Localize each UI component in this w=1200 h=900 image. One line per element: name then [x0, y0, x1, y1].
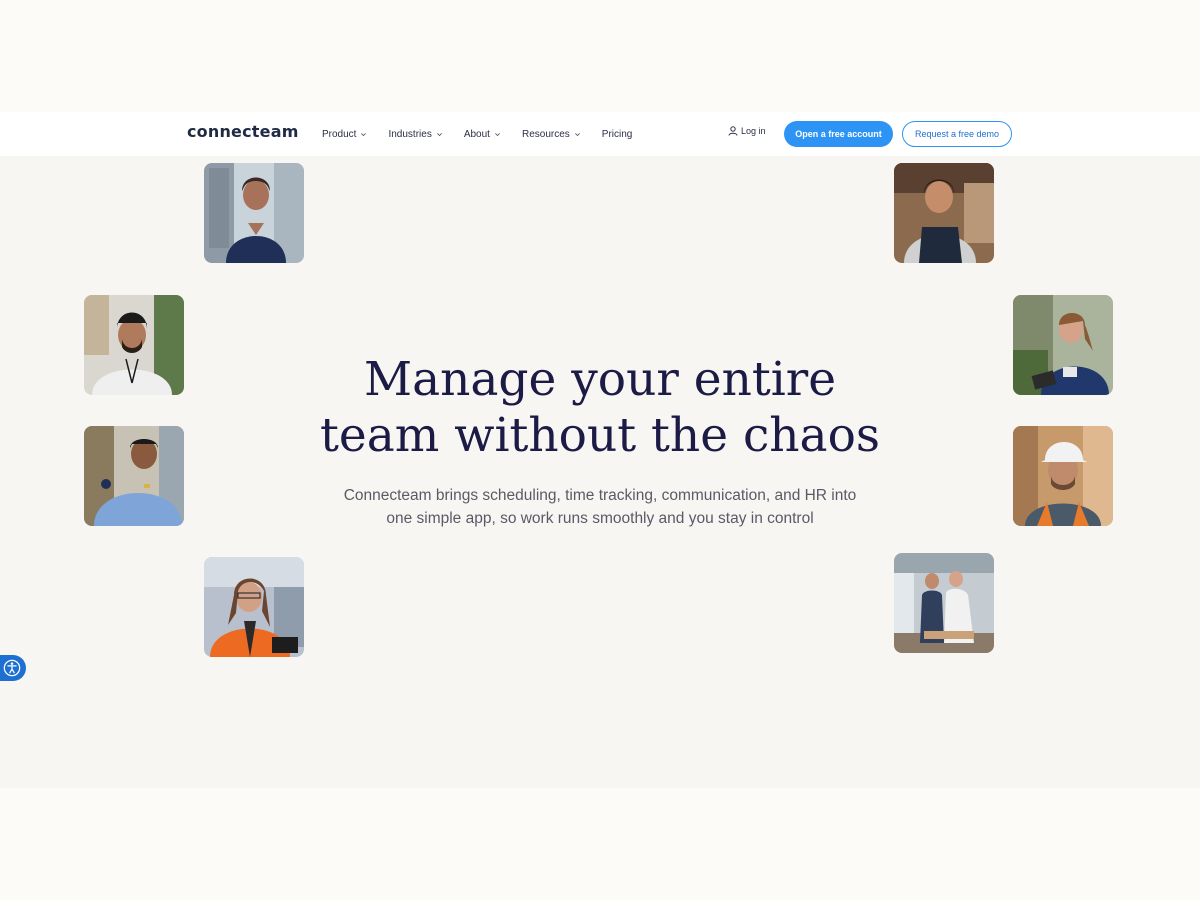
chevron-down-icon — [495, 132, 500, 136]
nav-pricing-label: Pricing — [601, 128, 633, 140]
login-label: Log in — [741, 126, 766, 136]
nav-product[interactable]: Product — [322, 129, 367, 140]
headline-line-1: Manage your entire — [363, 352, 837, 407]
photo-construction-worker-hardhat — [1013, 426, 1113, 526]
accessibility-icon — [3, 659, 21, 677]
hero-subtitle: Connecteam brings scheduling, time track… — [320, 484, 880, 530]
nav-product-label: Product — [322, 128, 357, 140]
open-free-account-button[interactable]: Open a free account — [784, 121, 893, 147]
navigation-bar: connecteam Product Industries About Reso… — [0, 112, 1200, 156]
photo-security-guard — [84, 426, 184, 526]
login-link[interactable]: Log in — [728, 126, 766, 136]
main-nav: Product Industries About Resources Prici… — [322, 112, 653, 156]
request-demo-button[interactable]: Request a free demo — [902, 121, 1012, 147]
nav-about-label: About — [463, 128, 490, 140]
nav-resources[interactable]: Resources — [522, 129, 581, 140]
accessibility-button[interactable] — [0, 655, 26, 681]
user-icon — [728, 126, 738, 136]
nav-resources-label: Resources — [521, 128, 570, 140]
logo-text: connecteam — [187, 122, 299, 141]
photo-man-beanie-lanyard — [84, 295, 184, 395]
hero-headline: Manage your entire team without the chao… — [300, 352, 900, 464]
top-background — [0, 0, 1200, 112]
chevron-down-icon — [574, 132, 580, 136]
nav-about[interactable]: About — [464, 129, 501, 140]
hero-section: Manage your entire team without the chao… — [0, 156, 1200, 788]
subtitle-line-1: Connecteam brings scheduling, time track… — [343, 487, 857, 504]
chevron-down-icon — [436, 132, 442, 136]
bottom-background — [0, 788, 1200, 900]
photo-two-men-office — [894, 553, 994, 653]
chevron-down-icon — [361, 132, 367, 136]
nav-pricing[interactable]: Pricing — [602, 129, 633, 140]
photo-worker-orange-jacket — [204, 557, 304, 657]
nav-industries-label: Industries — [388, 128, 432, 140]
photo-nurse-smiling — [204, 163, 304, 263]
headline-line-2: team without the chaos — [320, 408, 880, 463]
photo-nurse-tablet — [1013, 295, 1113, 395]
connecteam-logo[interactable]: connecteam — [187, 122, 299, 141]
photo-chef-apron — [894, 163, 994, 263]
nav-industries[interactable]: Industries — [388, 129, 442, 140]
subtitle-line-2: one simple app, so work runs smoothly an… — [386, 510, 814, 527]
